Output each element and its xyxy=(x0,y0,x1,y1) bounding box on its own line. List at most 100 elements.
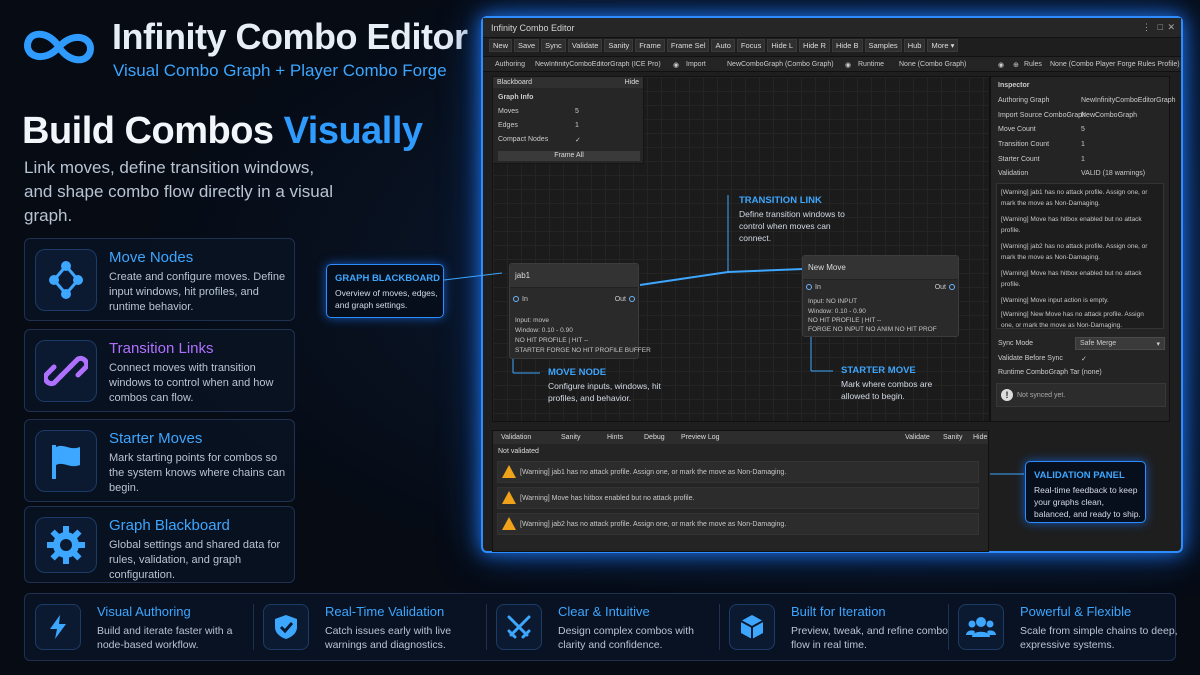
rules-target-icon[interactable]: ◉ xyxy=(998,61,1004,69)
edges-label: Edges xyxy=(498,122,518,129)
card-desc: Global settings and shared data for rule… xyxy=(109,539,281,581)
toolbar-frame-button[interactable]: Frame xyxy=(635,39,665,52)
authoring-field[interactable]: NewInfinityComboEditorGraph (ICE Pro) xyxy=(535,61,667,68)
node-out-port[interactable]: Out xyxy=(615,296,638,303)
import-label: Import xyxy=(686,61,706,68)
validation-row[interactable]: [Warning] Move has hitbox enabled but no… xyxy=(497,487,979,509)
warning-icon xyxy=(502,465,516,478)
info-icon: ! xyxy=(1001,389,1013,401)
sanity-button[interactable]: Sanity xyxy=(943,434,962,441)
validation-status: Not validated xyxy=(498,448,539,455)
toolbar-auto-button[interactable]: Auto xyxy=(711,39,735,52)
move-node-new-move[interactable]: New Move In Out Input: NO INPUT Window: … xyxy=(802,255,959,337)
node-tags: STARTER FORGE NO HIT PROFILE BUFFER xyxy=(515,347,651,354)
validate-button[interactable]: Validate xyxy=(905,434,930,441)
node-title: New Move xyxy=(803,256,958,280)
warning-icon xyxy=(502,517,516,530)
tab-debug[interactable]: Debug xyxy=(644,434,665,441)
validation-row[interactable]: [Warning] jab1 has no attack profile. As… xyxy=(497,461,979,483)
node-in-port[interactable]: In xyxy=(803,284,821,291)
validate-before-sync-checkbox[interactable]: ✓ xyxy=(1081,355,1087,363)
import-target-icon[interactable]: ◉ xyxy=(673,61,679,69)
card-transition-links: Transition Links Connect moves with tran… xyxy=(24,329,295,412)
toolbar-hide-l-button[interactable]: Hide L xyxy=(767,39,798,52)
window-menu-icon[interactable]: ⋮ xyxy=(1142,22,1151,33)
tab-preview-log[interactable]: Preview Log xyxy=(681,434,720,441)
window-title: Infinity Combo Editor xyxy=(483,18,1181,38)
feature-desc: Design complex combos with clarity and c… xyxy=(558,625,694,651)
callout-title: VALIDATION PANEL xyxy=(1034,470,1125,481)
inspector-panel: Inspector Authoring Graph NewInfinityCom… xyxy=(990,76,1176,422)
frame-all-button[interactable]: Frame All xyxy=(498,151,640,161)
hide-button[interactable]: Hide xyxy=(973,434,987,441)
blackboard-header: Blackboard Hide xyxy=(493,77,643,88)
toolbar-hide-b-button[interactable]: Hide B xyxy=(831,39,863,52)
sync-status-text: Not synced yet. xyxy=(1017,392,1066,399)
toolbar-more-button[interactable]: More ▾ xyxy=(927,39,959,52)
tab-hints[interactable]: Hints xyxy=(607,434,623,441)
card-title: Graph Blackboard xyxy=(109,517,230,534)
inspector-label: Import Source ComboGraph xyxy=(998,112,1086,119)
card-move-nodes: Move Nodes Create and configure moves. D… xyxy=(24,238,295,321)
callout-starter-move: STARTER MOVE Mark where combos are allow… xyxy=(841,365,951,402)
sync-mode-label: Sync Mode xyxy=(998,340,1034,347)
feature-desc: Build and iterate faster with a node-bas… xyxy=(97,625,233,651)
warning-item: [Warning] Move has hitbox enabled but no… xyxy=(1001,270,1142,288)
toolbar-frame-sel-button[interactable]: Frame Sel xyxy=(666,39,710,52)
toolbar-sanity-button[interactable]: Sanity xyxy=(604,39,634,52)
card-desc: Create and configure moves. Define input… xyxy=(109,271,286,313)
hero-heading-blue: Visually xyxy=(283,110,423,152)
callout-title: TRANSITION LINK xyxy=(739,195,822,206)
inspector-warning-list[interactable]: [Warning] jab1 has no attack profile. As… xyxy=(996,183,1164,329)
compact-nodes-checkbox[interactable]: ✓ xyxy=(575,136,581,144)
import-field[interactable]: NewComboGraph (Combo Graph) xyxy=(727,61,834,68)
callout-desc: Overview of moves, edges, and graph sett… xyxy=(335,288,438,310)
toolbar-focus-button[interactable]: Focus xyxy=(736,39,766,52)
window-close-icon[interactable]: ✕ xyxy=(1167,22,1175,33)
runtime-field[interactable]: None (Combo Graph) xyxy=(899,61,966,68)
card-graph-blackboard: Graph Blackboard Global settings and sha… xyxy=(24,506,295,583)
warning-item: [Warning] Move has hitbox enabled but no… xyxy=(1001,216,1142,234)
window-maximize-icon[interactable]: □ xyxy=(1158,22,1163,32)
warning-icon xyxy=(502,491,516,504)
runtime-target-icon[interactable]: ◉ xyxy=(845,61,851,69)
node-window: Window: 0.10 - 0.90 xyxy=(515,327,573,334)
node-title: jab1 xyxy=(510,264,638,288)
tab-sanity[interactable]: Sanity xyxy=(561,434,580,441)
validate-before-sync-label: Validate Before Sync xyxy=(998,355,1063,362)
move-node-jab1[interactable]: jab1 In Out Input: move Window: 0.10 - 0… xyxy=(509,263,651,359)
toolbar-validate-button[interactable]: Validate xyxy=(567,39,603,52)
toolbar-hide-r-button[interactable]: Hide R xyxy=(799,39,830,52)
callout-transition-link: TRANSITION LINK Define transition window… xyxy=(739,195,859,244)
feature-built-for-iteration: Built for Iteration Preview, tweak, and … xyxy=(719,594,949,660)
node-tags: FORGE NO INPUT NO ANIM NO HIT PROF xyxy=(808,326,937,333)
toolbar-hub-button[interactable]: Hub xyxy=(903,39,926,52)
feature-desc: Preview, tweak, and refine combo flow in… xyxy=(791,625,948,651)
validation-connector xyxy=(990,473,1024,475)
node-out-port[interactable]: Out xyxy=(935,284,958,291)
feature-title: Clear & Intuitive xyxy=(558,604,650,619)
card-title: Transition Links xyxy=(109,340,214,357)
callout-title: MOVE NODE xyxy=(548,367,607,378)
sync-mode-dropdown[interactable]: Safe Merge ▾ xyxy=(1075,337,1165,350)
toolbar-samples-button[interactable]: Samples xyxy=(864,39,902,52)
node-input: Input: NO INPUT xyxy=(808,298,858,305)
moves-label: Moves xyxy=(498,108,519,115)
rules-field[interactable]: None (Combo Player Forge Rules Profile) xyxy=(1050,61,1180,68)
inspector-title: Inspector xyxy=(998,82,1030,89)
blackboard-hide-button[interactable]: Hide xyxy=(625,79,639,86)
blackboard-title: Blackboard xyxy=(497,79,533,86)
tab-validation[interactable]: Validation xyxy=(501,434,531,441)
authoring-label: Authoring xyxy=(495,61,525,68)
toolbar-new-button[interactable]: New xyxy=(489,39,513,52)
warning-item: [Warning] Move input action is empty. xyxy=(1001,297,1109,304)
node-in-port[interactable]: In xyxy=(510,296,528,303)
feature-bar: Visual Authoring Build and iterate faste… xyxy=(24,593,1178,661)
inspector-label: Starter Count xyxy=(998,156,1040,163)
toolbar-sync-button[interactable]: Sync xyxy=(541,39,566,52)
rules-plus-icon[interactable]: ⊕ xyxy=(1013,61,1019,69)
toolbar-save-button[interactable]: Save xyxy=(514,39,540,52)
sync-status: ! Not synced yet. xyxy=(996,383,1166,407)
validation-row[interactable]: [Warning] jab2 has no attack profile. As… xyxy=(497,513,979,535)
inspector-label: Transition Count xyxy=(998,141,1050,148)
